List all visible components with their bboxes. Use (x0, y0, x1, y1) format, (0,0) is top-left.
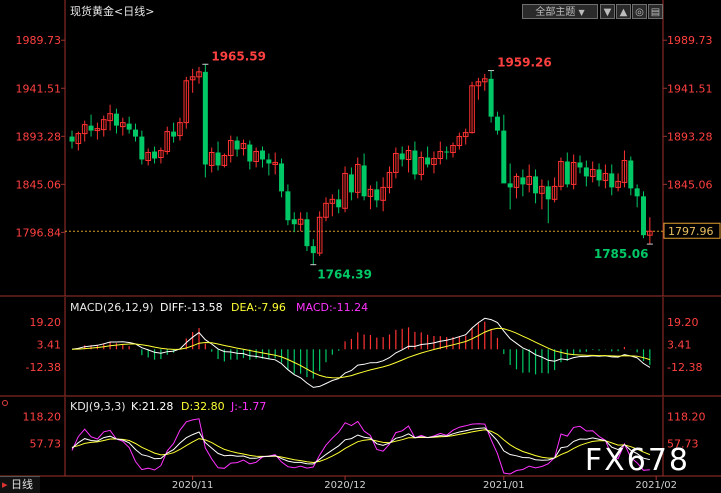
nav-up-button[interactable]: ▲ (616, 4, 631, 19)
macd-tick-label-right: 19.20 (667, 316, 699, 329)
candle-body-down (348, 174, 354, 193)
low-price-annotation: 1785.06 (594, 247, 649, 261)
y-tick-label-left: 1845.06 (16, 178, 62, 191)
macd-tick-label-right: -12.38 (667, 361, 702, 374)
candle-body-down (583, 167, 589, 177)
candle-body-down (488, 78, 494, 117)
x-tick-label: 2020/11 (172, 480, 214, 491)
kdj-tick-label-right: 118.20 (667, 411, 706, 424)
candle-body-down (577, 162, 583, 168)
chart-canvas: 现货黄金<日线> 1989.73 1989.73 1941.51 1941.51 1893… (0, 0, 721, 491)
x-tick-label: 2021/02 (635, 480, 677, 491)
chart-window: 现货黄金<日线> 1989.73 1989.73 1941.51 1941.51 1893… (0, 0, 721, 493)
kdj-j-label: J:-1.77 (230, 400, 266, 413)
candle-body-down (336, 199, 342, 208)
period-tab-marker: ▸ (2, 478, 8, 491)
macd-title: MACD(26,12,9) (70, 301, 154, 314)
nav-layout-button[interactable]: ▤ (648, 4, 663, 19)
low-price-annotation: 1764.39 (317, 268, 372, 282)
y-tick-label-right: 1941.51 (667, 82, 713, 95)
candle-body-down (520, 177, 526, 185)
candle-body-down (266, 159, 272, 164)
candle-body-down (545, 186, 551, 200)
candle-body-down (310, 246, 316, 254)
high-price-annotation: 1965.59 (211, 49, 266, 63)
candle-body-down (641, 196, 646, 236)
candle-body-down (533, 176, 539, 194)
candle-body-down (361, 165, 367, 197)
kdj-d-label: D:32.80 (181, 400, 225, 413)
y-tick-label-left: 1989.73 (16, 34, 62, 47)
macd-diff-label: DIFF:-13.58 (160, 301, 223, 314)
chart-title: 现货黄金<日线> (70, 4, 154, 18)
candle-body-down (564, 161, 570, 185)
candle-body-down (494, 116, 500, 131)
theme-dropdown-button[interactable]: 全部主题 ▼ (522, 4, 598, 19)
kdj-k-label: K:21.28 (131, 400, 173, 413)
candle-body-down (507, 183, 513, 188)
candle-body-down (634, 188, 640, 197)
y-tick-label-right: 1845.06 (667, 178, 713, 191)
candle-body-down (304, 219, 310, 247)
candle-body-down (215, 152, 221, 166)
candle-body-down (291, 219, 297, 225)
candle-body-down (139, 136, 145, 160)
kdj-j-line (71, 418, 650, 475)
y-tick-label-left: 1796.84 (16, 226, 62, 239)
macd-tick-label-right: 3.41 (667, 338, 692, 351)
candle-body-down (425, 157, 431, 165)
theme-dropdown-label: 全部主题 (535, 7, 576, 18)
candle-body-down (69, 136, 75, 142)
y-tick-label-left: 1893.28 (16, 130, 62, 143)
y-tick-label-right: 1893.28 (667, 130, 713, 143)
watermark-logo: FX678 (585, 443, 690, 478)
candle-body-down (596, 169, 602, 181)
period-tab-label: 日线 (11, 478, 34, 491)
candle-body-down (113, 113, 119, 126)
nav-down-button[interactable]: ▼ (600, 4, 615, 19)
high-price-annotation: 1959.26 (497, 56, 552, 70)
period-tab[interactable]: ▸ 日线 (0, 476, 40, 493)
candle-body-down (444, 151, 450, 153)
macd-value-label: MACD:-11.24 (296, 301, 368, 314)
kdj-k-line (71, 427, 651, 465)
candle-body-down (285, 191, 291, 221)
candle-body-down (88, 125, 94, 131)
kdj-tick-label-left: 118.20 (23, 411, 62, 424)
current-price-label: 1797.96 (668, 225, 714, 238)
y-tick-label-right: 1989.73 (667, 34, 713, 47)
macd-tick-label-left: 3.41 (37, 338, 62, 351)
candle-body-down (412, 150, 418, 175)
x-tick-label: 2021/01 (483, 480, 525, 491)
candle-body-down (609, 173, 615, 188)
macd-tick-label-left: 19.20 (30, 316, 62, 329)
candle-body-down (126, 123, 132, 130)
macd-dea-label: DEA:-7.96 (231, 301, 286, 314)
candle-body-down (628, 160, 634, 189)
candle-body-down (260, 150, 265, 160)
candle-body-down (501, 130, 507, 184)
candle-body-down (202, 71, 208, 165)
nav-zoom-button[interactable]: ◎ (632, 4, 647, 19)
candle-body-down (171, 131, 177, 137)
candle-body-down (374, 189, 380, 201)
candle-body-down (279, 163, 285, 192)
candle-body-down (234, 140, 240, 150)
candle-body-down (152, 151, 158, 159)
kdj-title: KDJ(9,3,3) (70, 400, 126, 413)
kdj-tick-label-left: 57.73 (30, 437, 62, 450)
dropdown-triangle-icon: ▼ (578, 8, 585, 17)
settings-dot-icon (2, 400, 8, 406)
y-tick-label-left: 1941.51 (16, 82, 62, 95)
x-tick-label: 2020/12 (324, 480, 366, 491)
candle-body-down (133, 129, 138, 137)
candle-body-down (399, 153, 405, 160)
candle-body-down (247, 144, 253, 162)
macd-tick-label-left: -12.38 (26, 361, 61, 374)
